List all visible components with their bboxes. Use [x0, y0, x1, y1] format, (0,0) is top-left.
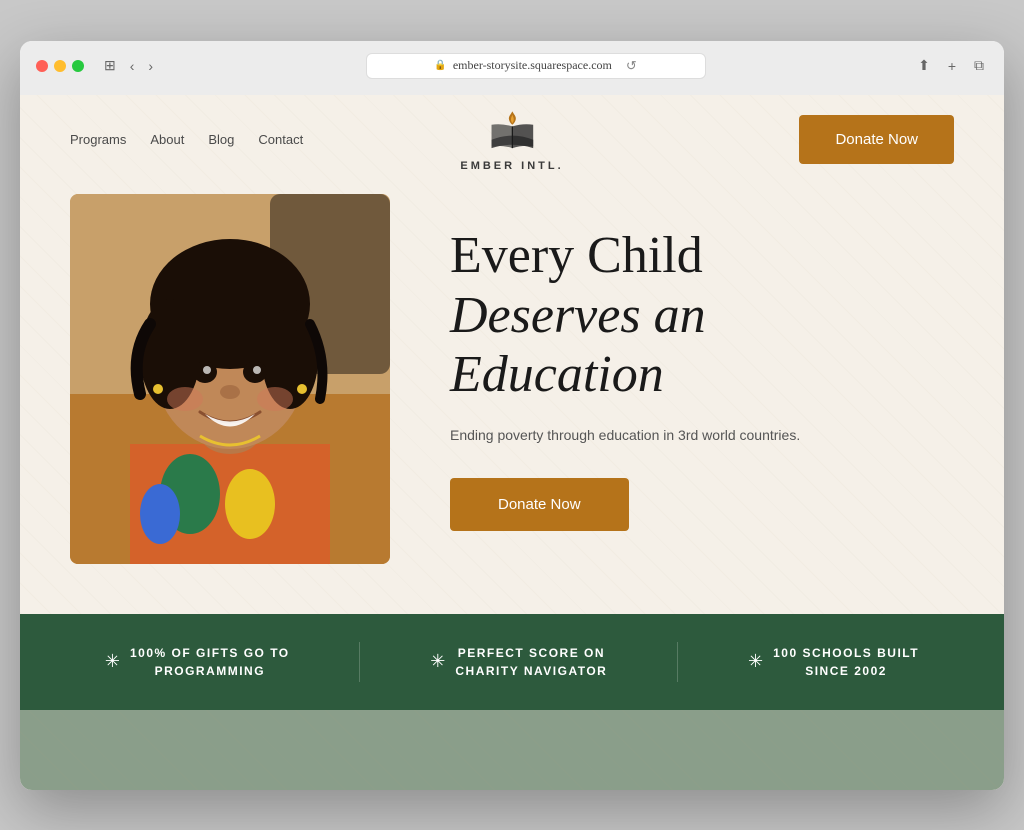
stat-icon-3: ✳	[748, 651, 763, 672]
stat-icon-2: ✳	[430, 651, 445, 672]
browser-window: ⊞ ‹ › 🔒 ember-storysite.squarespace.com …	[20, 41, 1004, 790]
hero-subtitle: Ending poverty through education in 3rd …	[450, 425, 954, 446]
stat-icon-1: ✳	[105, 651, 120, 672]
browser-top-bar: ⊞ ‹ › 🔒 ember-storysite.squarespace.com …	[36, 53, 988, 79]
stat-item-charity: ✳ PERFECT SCORE ONCHARITY NAVIGATOR	[430, 644, 607, 680]
share-button[interactable]: ⬆	[914, 55, 934, 76]
hero-content: Every Child Deserves an Education Ending…	[450, 226, 954, 531]
stat-divider-2	[677, 642, 678, 682]
stat-text-1: 100% OF GIFTS GO TOPROGRAMMING	[130, 644, 290, 680]
stat-text-3: 100 SCHOOLS BUILTSINCE 2002	[773, 644, 919, 680]
hero-title-line1: Every Child	[450, 227, 703, 284]
tabs-button[interactable]: ⧉	[970, 55, 988, 76]
hero-title-line2: Deserves an	[450, 287, 706, 344]
nav-programs[interactable]: Programs	[70, 132, 126, 147]
child-photo	[70, 194, 390, 564]
url-text: ember-storysite.squarespace.com	[453, 58, 612, 73]
forward-button[interactable]: ›	[144, 55, 157, 76]
logo: EMBER INTL.	[460, 106, 563, 172]
address-bar[interactable]: 🔒 ember-storysite.squarespace.com ↺	[366, 53, 706, 79]
footer-teaser	[20, 710, 1004, 790]
stat-divider-1	[359, 642, 360, 682]
new-tab-button[interactable]: +	[944, 56, 960, 76]
nav-about[interactable]: About	[150, 132, 184, 147]
sidebar-toggle-button[interactable]: ⊞	[100, 55, 120, 76]
nav-blog[interactable]: Blog	[208, 132, 234, 147]
browser-chrome: ⊞ ‹ › 🔒 ember-storysite.squarespace.com …	[20, 41, 1004, 95]
stat-item-gifts: ✳ 100% OF GIFTS GO TOPROGRAMMING	[105, 644, 290, 680]
stat-item-schools: ✳ 100 SCHOOLS BUILTSINCE 2002	[748, 644, 919, 680]
main-nav: Programs About Blog Contact	[70, 132, 303, 147]
minimize-traffic-light[interactable]	[54, 60, 66, 72]
logo-name: EMBER INTL.	[460, 160, 563, 172]
address-bar-wrap: 🔒 ember-storysite.squarespace.com ↺	[169, 53, 902, 79]
logo-icon	[487, 106, 537, 156]
reload-icon[interactable]: ↺	[626, 58, 637, 74]
maximize-traffic-light[interactable]	[72, 60, 84, 72]
browser-action-buttons: ⬆ + ⧉	[914, 55, 988, 76]
header-donate-button[interactable]: Donate Now	[799, 115, 954, 164]
hero-section: Every Child Deserves an Education Ending…	[20, 184, 1004, 614]
website-content: Programs About Blog Contact	[20, 95, 1004, 790]
stats-bar: ✳ 100% OF GIFTS GO TOPROGRAMMING ✳ PERFE…	[20, 614, 1004, 710]
hero-title: Every Child Deserves an Education	[450, 226, 954, 405]
hero-image	[70, 194, 390, 564]
browser-tabs	[36, 87, 988, 95]
stat-text-2: PERFECT SCORE ONCHARITY NAVIGATOR	[455, 644, 607, 680]
close-traffic-light[interactable]	[36, 60, 48, 72]
traffic-lights	[36, 60, 84, 72]
browser-nav-controls: ⊞ ‹ ›	[100, 55, 157, 76]
site-header: Programs About Blog Contact	[20, 95, 1004, 184]
hero-donate-button[interactable]: Donate Now	[450, 478, 629, 531]
nav-contact[interactable]: Contact	[258, 132, 303, 147]
lock-icon: 🔒	[434, 60, 446, 71]
hero-title-line3: Education	[450, 346, 664, 403]
back-button[interactable]: ‹	[126, 55, 139, 76]
